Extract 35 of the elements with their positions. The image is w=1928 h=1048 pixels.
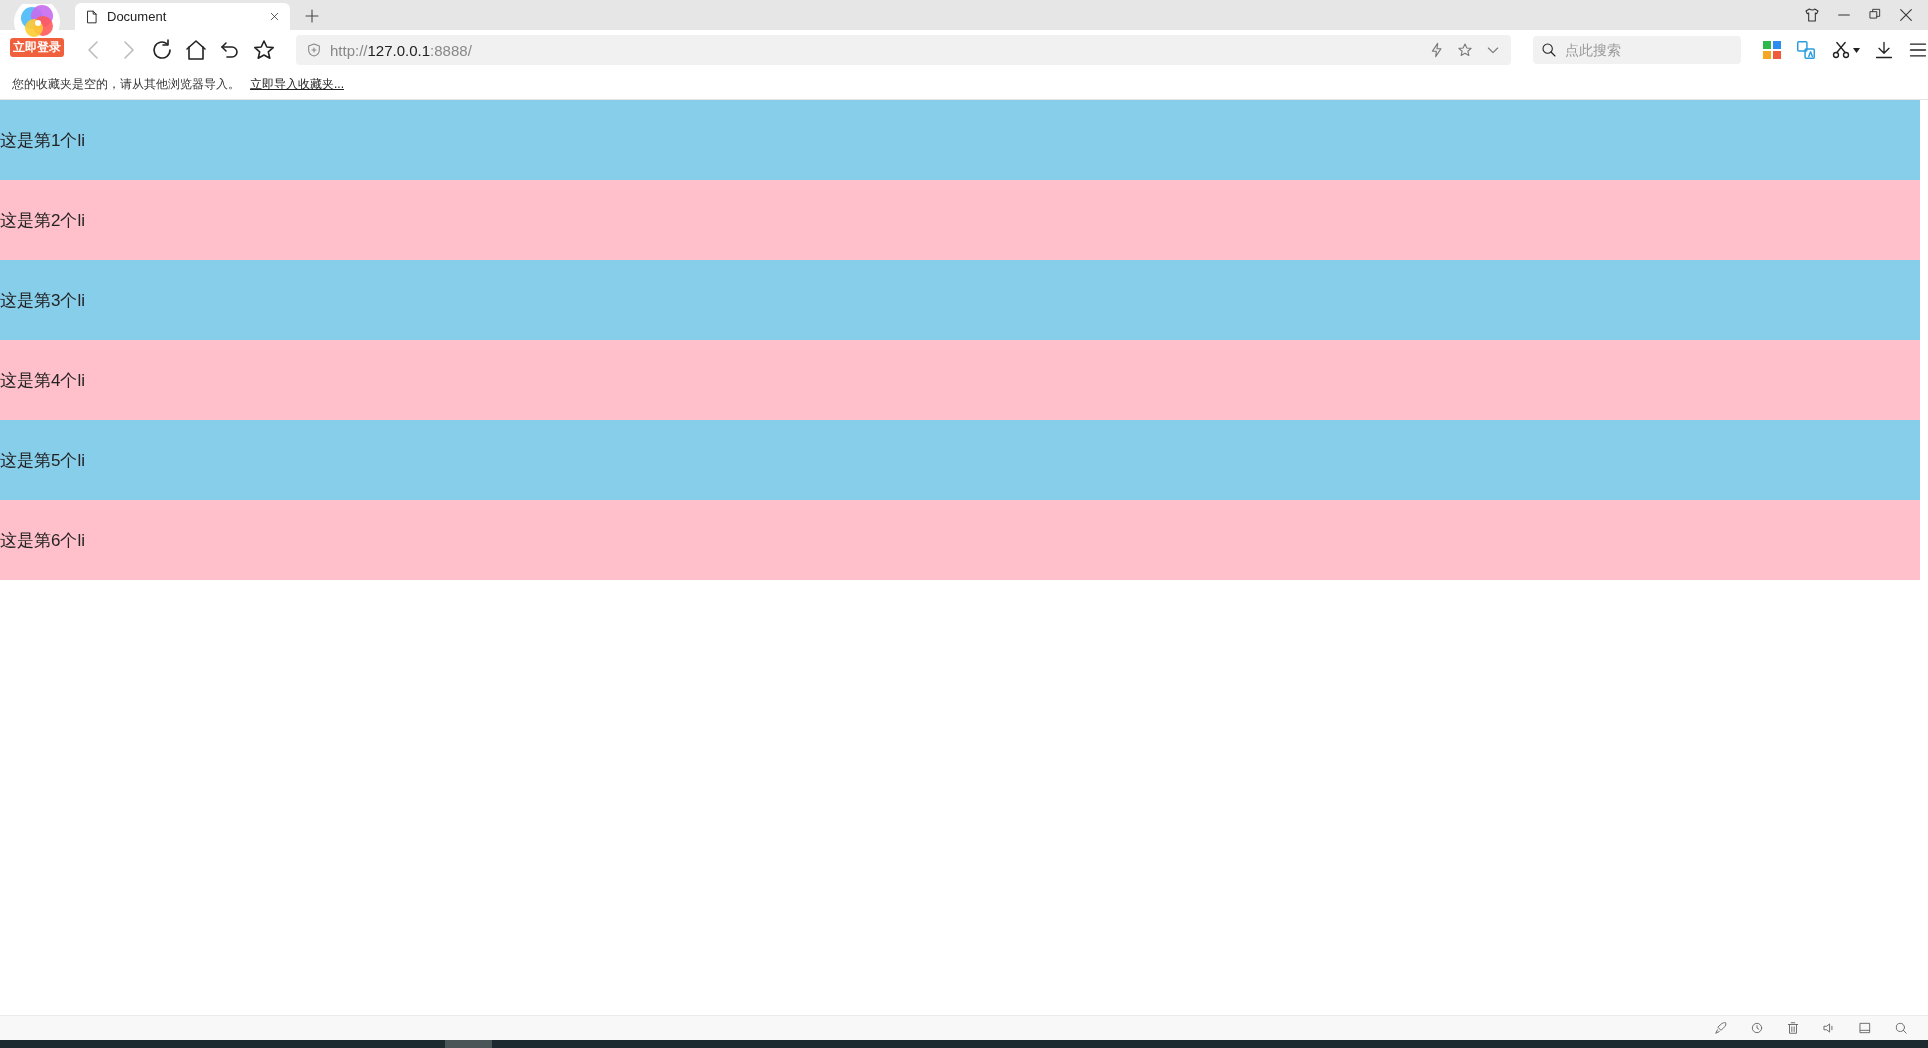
list-item-text: 这是第5个li	[0, 449, 85, 472]
search-icon	[1541, 42, 1557, 58]
caret-icon[interactable]	[1853, 47, 1860, 53]
close-icon[interactable]	[1898, 7, 1914, 23]
list-item-text: 这是第4个li	[0, 369, 85, 392]
list-item-text: 这是第2个li	[0, 209, 85, 232]
shirt-icon[interactable]	[1804, 7, 1820, 23]
search-field[interactable]: 点此搜索	[1533, 36, 1741, 64]
lightning-icon[interactable]	[1429, 42, 1445, 58]
translate-icon[interactable]	[1795, 39, 1817, 61]
import-bookmarks-link[interactable]: 立即导入收藏夹...	[250, 76, 344, 93]
home-icon[interactable]	[184, 38, 208, 62]
speaker-icon[interactable]	[1822, 1021, 1836, 1035]
zoom-icon[interactable]	[1894, 1021, 1908, 1035]
page-icon	[85, 8, 99, 25]
apps-icon[interactable]	[1763, 41, 1781, 59]
restore-icon[interactable]	[1868, 7, 1882, 21]
star-icon[interactable]	[252, 38, 276, 62]
list-item-text: 这是第6个li	[0, 529, 85, 552]
reload-icon[interactable]	[150, 38, 174, 62]
clock-icon[interactable]	[1750, 1021, 1764, 1035]
browser-tab[interactable]: Document	[75, 3, 290, 30]
close-icon[interactable]	[269, 11, 280, 22]
list-item-text: 这是第3个li	[0, 289, 85, 312]
download-icon[interactable]	[1874, 40, 1894, 60]
scissors-icon[interactable]	[1831, 40, 1851, 60]
url-text: http://127.0.0.1:8888/	[330, 41, 472, 59]
trash-icon[interactable]	[1786, 1021, 1800, 1035]
list-item-text: 这是第1个li	[0, 129, 85, 152]
new-tab-icon[interactable]	[304, 8, 320, 24]
bookmarks-message: 您的收藏夹是空的，请从其他浏览器导入。	[12, 76, 240, 93]
address-bar[interactable]: http://127.0.0.1:8888/	[296, 35, 1511, 65]
window-icon[interactable]	[1858, 1021, 1872, 1035]
star-icon[interactable]	[1457, 42, 1473, 58]
shield-icon	[306, 42, 322, 58]
